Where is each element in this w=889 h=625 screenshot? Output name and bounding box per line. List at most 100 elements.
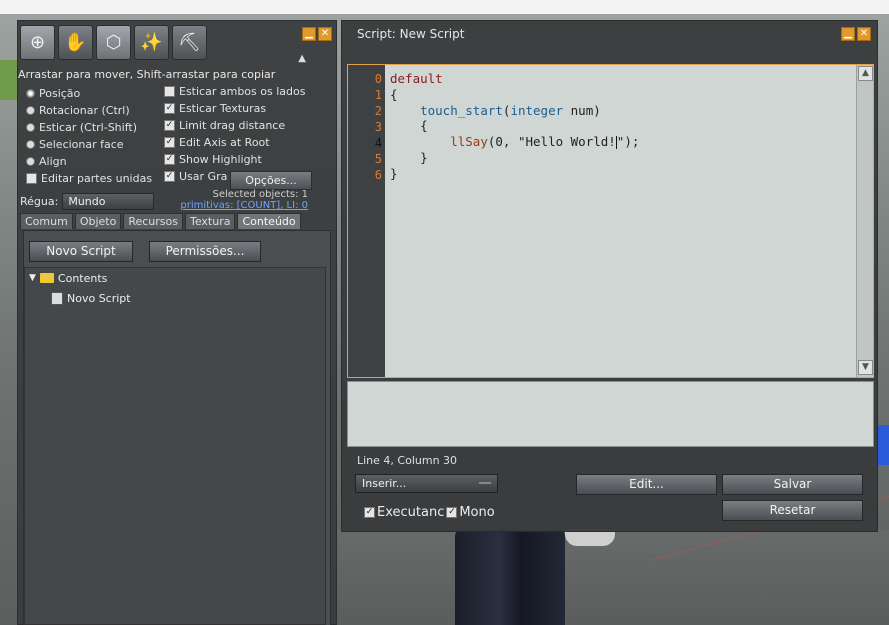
scroll-down-icon[interactable]: ▼ bbox=[858, 360, 873, 375]
checkbox-label: Esticar ambos os lados bbox=[179, 85, 306, 98]
permissions-button[interactable]: Permissões... bbox=[149, 241, 261, 262]
tab-textura[interactable]: Textura bbox=[185, 213, 236, 229]
line-number: 6 bbox=[374, 168, 382, 182]
radio-label: Align bbox=[39, 155, 67, 168]
scroll-up-icon[interactable]: ▲ bbox=[858, 66, 873, 81]
cube-select-icon[interactable]: ⬡ bbox=[96, 25, 131, 60]
scene-top-strip bbox=[0, 0, 889, 14]
radio-label: Rotacionar (Ctrl) bbox=[39, 104, 130, 117]
radio-dot-icon[interactable] bbox=[26, 89, 35, 98]
line-number-gutter: 0 1 2 3 4 5 6 bbox=[348, 65, 385, 377]
checkbox-stretch-textures[interactable]: ✓ Esticar Texturas bbox=[164, 100, 305, 117]
line-number-current: 4 bbox=[374, 136, 382, 150]
checkbox-edit-axis[interactable]: ✓ Edit Axis at Root bbox=[164, 134, 305, 151]
tree-folder-row[interactable]: ▼ Contents bbox=[25, 268, 325, 288]
collapse-arrow-icon[interactable]: ▲ bbox=[298, 53, 306, 64]
folder-label: Contents bbox=[57, 271, 108, 285]
editor-window-buttons: ▁ ✕ bbox=[841, 27, 871, 41]
checkbox-checked-icon[interactable]: ✓ bbox=[164, 120, 175, 131]
radio-position[interactable]: Posição bbox=[26, 85, 152, 102]
line-number: 3 bbox=[374, 120, 382, 134]
script-item-label: Novo Script bbox=[67, 291, 131, 305]
radio-label: Esticar (Ctrl-Shift) bbox=[39, 121, 137, 134]
minimize-icon[interactable]: ▁ bbox=[841, 27, 855, 41]
close-icon[interactable]: ✕ bbox=[318, 27, 332, 41]
checkbox-label: Show Highlight bbox=[179, 153, 262, 166]
contents-tree: ▼ Contents Novo Script bbox=[24, 267, 326, 625]
checkbox-checked-icon[interactable]: ✓ bbox=[164, 171, 175, 182]
checkbox-checked-icon[interactable]: ✓ bbox=[164, 154, 175, 165]
radio-dot-icon[interactable] bbox=[26, 123, 35, 132]
line-number: 5 bbox=[374, 152, 382, 166]
radio-rotate[interactable]: Rotacionar (Ctrl) bbox=[26, 102, 152, 119]
checkbox-label: Editar partes unidas bbox=[41, 172, 153, 185]
run-options: ✓ Executanc ✓ Mono bbox=[364, 505, 495, 520]
selection-info: Selected objects: 1 primitivas: [COUNT],… bbox=[168, 189, 308, 211]
build-toolbar: ⊕ ✋ ⬡ ✨ ⛏ bbox=[20, 25, 207, 60]
checkbox-label: Limit drag distance bbox=[179, 119, 286, 132]
radio-dot-icon[interactable] bbox=[26, 106, 35, 115]
magic-wand-icon[interactable]: ✨ bbox=[134, 25, 169, 60]
radio-dot-icon[interactable] bbox=[26, 157, 35, 166]
ruler-row: Régua: Mundo bbox=[20, 193, 155, 210]
new-script-button[interactable]: Novo Script bbox=[29, 241, 133, 262]
land-icon[interactable]: ⛏ bbox=[172, 25, 207, 60]
checkbox-show-highlight[interactable]: ✓ Show Highlight bbox=[164, 151, 305, 168]
script-source[interactable]: default { touch_start(integer num) { llS… bbox=[390, 71, 639, 182]
avatar-body bbox=[565, 530, 615, 546]
radio-align[interactable]: Align bbox=[26, 153, 152, 170]
ruler-select[interactable]: Mundo bbox=[62, 193, 155, 210]
checkbox-edit-linked[interactable]: Editar partes unidas bbox=[26, 170, 152, 187]
checkbox-label: Usar Gra bbox=[179, 170, 228, 183]
scene-ground bbox=[330, 530, 889, 625]
checkbox-checked-icon[interactable]: ✓ bbox=[164, 103, 175, 114]
text-caret bbox=[615, 136, 617, 150]
build-hint-text: Arrastar para mover, Shift-arrastar para… bbox=[18, 68, 276, 81]
chevron-down-icon[interactable]: ▼ bbox=[29, 273, 36, 283]
reset-button[interactable]: Resetar bbox=[722, 500, 863, 521]
checkbox-icon[interactable] bbox=[26, 173, 37, 184]
tree-script-row[interactable]: Novo Script bbox=[25, 288, 325, 308]
checkbox-icon[interactable] bbox=[164, 86, 175, 97]
checkbox-label: Edit Axis at Root bbox=[179, 136, 270, 149]
options-button[interactable]: Opções... bbox=[230, 171, 312, 190]
insert-select-label: Inserir... bbox=[362, 477, 407, 490]
selected-objects-text: Selected objects: 1 bbox=[212, 189, 308, 200]
insert-select[interactable]: Inserir... bbox=[355, 474, 498, 493]
radio-label: Posição bbox=[39, 87, 81, 100]
tab-conteudo[interactable]: Conteúdo bbox=[237, 213, 301, 229]
primitives-link[interactable]: primitivas: [COUNT], LI: 0 bbox=[168, 200, 308, 211]
checkbox-checked-icon[interactable]: ✓ bbox=[164, 137, 175, 148]
build-checkboxes: Esticar ambos os lados ✓ Esticar Texturas… bbox=[164, 83, 305, 185]
ruler-label: Régua: bbox=[20, 195, 59, 208]
radio-label: Selecionar face bbox=[39, 138, 124, 151]
scene-grass bbox=[0, 60, 18, 100]
checkbox-limit-drag[interactable]: ✓ Limit drag distance bbox=[164, 117, 305, 134]
axis-indicator bbox=[878, 425, 889, 465]
save-button[interactable]: Salvar bbox=[722, 474, 863, 495]
radio-dot-icon[interactable] bbox=[26, 140, 35, 149]
edit-button[interactable]: Edit... bbox=[576, 474, 717, 495]
radio-stretch[interactable]: Esticar (Ctrl-Shift) bbox=[26, 119, 152, 136]
code-editor[interactable]: 0 1 2 3 4 5 6 default { touch_start(inte… bbox=[347, 64, 874, 378]
close-icon[interactable]: ✕ bbox=[857, 27, 871, 41]
grab-icon[interactable]: ✋ bbox=[58, 25, 93, 60]
build-window-buttons: ▁ ✕ bbox=[302, 27, 332, 41]
mono-label: Mono bbox=[459, 505, 495, 520]
line-number: 1 bbox=[374, 88, 382, 102]
radio-select-face[interactable]: Selecionar face bbox=[26, 136, 152, 153]
checkbox-checked-icon[interactable]: ✓ bbox=[446, 507, 458, 518]
running-label: Executanc bbox=[377, 505, 445, 520]
tab-comum[interactable]: Comum bbox=[20, 213, 73, 229]
line-number: 2 bbox=[374, 104, 382, 118]
tab-recursos[interactable]: Recursos bbox=[123, 213, 183, 229]
checkbox-label: Esticar Texturas bbox=[179, 102, 267, 115]
minimize-icon[interactable]: ▁ bbox=[302, 27, 316, 41]
zoom-icon[interactable]: ⊕ bbox=[20, 25, 55, 60]
build-panel: ⊕ ✋ ⬡ ✨ ⛏ ▁ ✕ ▲ Arrastar para mover, Shi… bbox=[17, 20, 337, 625]
checkbox-checked-icon[interactable]: ✓ bbox=[364, 507, 375, 518]
tab-objeto[interactable]: Objeto bbox=[74, 213, 122, 229]
code-scrollbar[interactable]: ▲ ▼ bbox=[856, 65, 873, 377]
checkbox-stretch-both[interactable]: Esticar ambos os lados bbox=[164, 83, 305, 100]
script-editor-window: Script: New Script ▁ ✕ 0 1 2 3 4 5 6 def… bbox=[341, 20, 878, 532]
